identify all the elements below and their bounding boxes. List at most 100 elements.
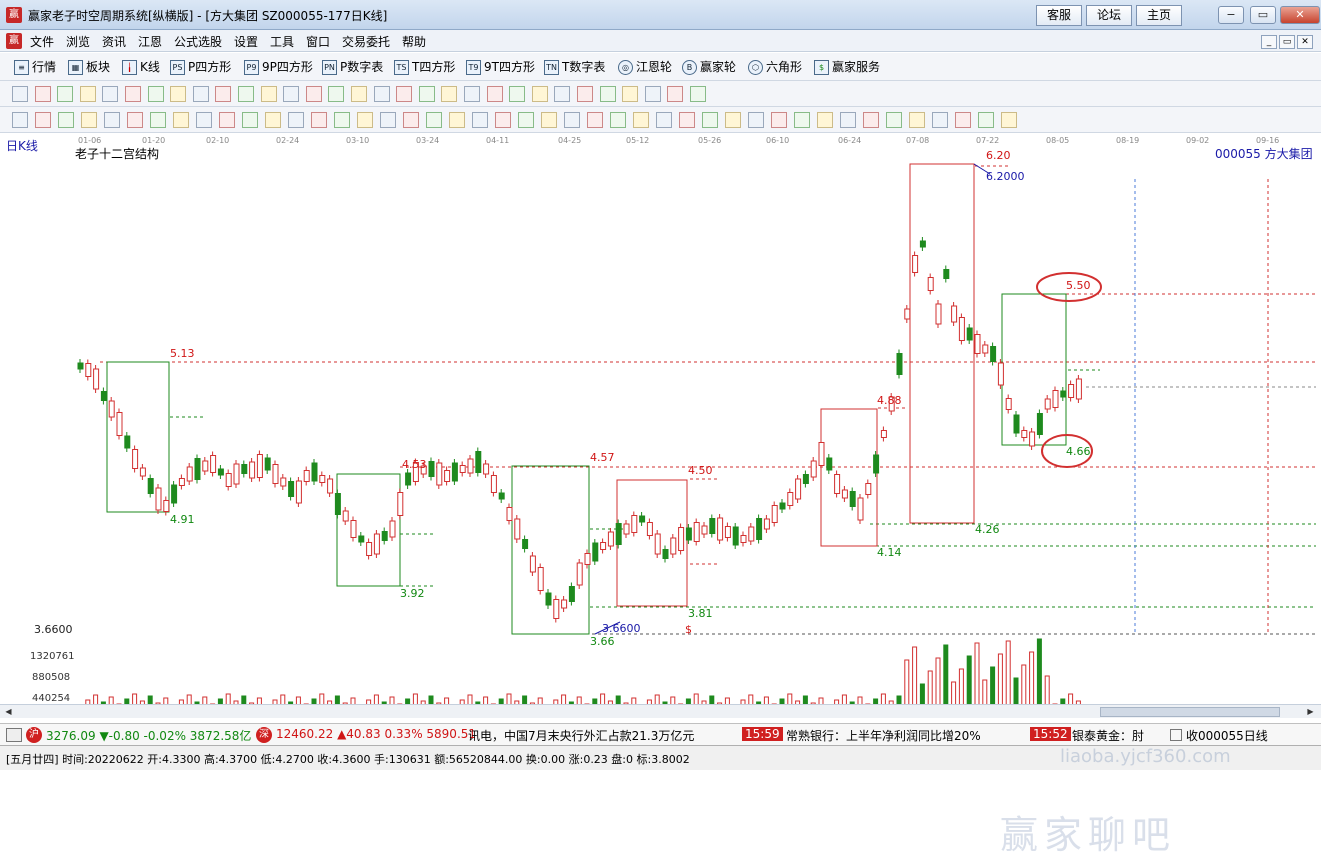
gann-wheel-button[interactable]: ◎ 江恩轮 xyxy=(618,59,672,76)
gann-tool-icon[interactable] xyxy=(334,112,350,128)
draw-tool-icon[interactable] xyxy=(486,86,503,102)
menu-help[interactable]: 帮助 xyxy=(402,33,426,50)
close-button[interactable]: ✕ xyxy=(1280,6,1320,24)
draw-tool-icon[interactable] xyxy=(464,86,480,102)
draw-tool-icon[interactable] xyxy=(667,86,684,102)
draw-tool-icon[interactable] xyxy=(57,86,74,102)
draw-tool-icon[interactable] xyxy=(690,86,706,102)
draw-tool-icon[interactable] xyxy=(305,86,322,102)
sector-button[interactable]: ▦ 板块 xyxy=(68,59,110,76)
forum-link[interactable]: 论坛 xyxy=(1086,5,1132,26)
mdi-close-icon[interactable]: ✕ xyxy=(1297,35,1313,49)
menu-info[interactable]: 资讯 xyxy=(102,33,126,50)
minimize-button[interactable]: − xyxy=(1218,6,1244,24)
gann-tool-icon[interactable] xyxy=(564,112,580,128)
gann-tool-icon[interactable] xyxy=(794,112,810,128)
gann-tool-icon[interactable] xyxy=(748,112,764,128)
news-2[interactable]: 常熟银行：上半年净利润同比增20% xyxy=(786,727,981,744)
gann-tool-icon[interactable] xyxy=(104,112,120,128)
draw-tool-icon[interactable] xyxy=(418,86,435,102)
draw-tool-icon[interactable] xyxy=(531,86,548,102)
grid-icon-ticker[interactable] xyxy=(6,728,22,742)
draw-tool-icon[interactable] xyxy=(577,86,593,102)
gann-tool-icon[interactable] xyxy=(426,112,442,128)
gann-tool-icon[interactable] xyxy=(311,112,327,128)
gann-tool-icon[interactable] xyxy=(265,112,281,128)
menu-settings[interactable]: 设置 xyxy=(234,33,258,50)
gann-tool-icon[interactable] xyxy=(1001,112,1017,128)
gann-tool-icon[interactable] xyxy=(472,112,488,128)
gann-tool-icon[interactable] xyxy=(886,112,902,128)
draw-tool-icon[interactable] xyxy=(644,86,661,102)
gann-tool-icon[interactable] xyxy=(610,112,626,128)
gann-tool-icon[interactable] xyxy=(380,112,396,128)
gann-tool-icon[interactable] xyxy=(679,112,695,128)
gann-tool-icon[interactable] xyxy=(35,112,51,128)
gann-tool-icon[interactable] xyxy=(863,112,879,128)
gann-tool-icon[interactable] xyxy=(725,112,741,128)
menu-formula[interactable]: 公式选股 xyxy=(174,33,222,50)
scroll-right-icon[interactable]: ▶ xyxy=(1304,706,1317,718)
gann-tool-icon[interactable] xyxy=(403,112,419,128)
draw-tool-icon[interactable] xyxy=(34,86,51,102)
gann-tool-icon[interactable] xyxy=(541,112,557,128)
mdi-minimize-icon[interactable]: _ xyxy=(1261,35,1277,49)
menu-window[interactable]: 窗口 xyxy=(306,33,330,50)
horizontal-scrollbar[interactable]: ◀ ▶ xyxy=(0,704,1321,718)
gann-tool-icon[interactable] xyxy=(840,112,856,128)
winner-wheel-button[interactable]: B 赢家轮 xyxy=(682,59,736,76)
draw-tool-icon[interactable] xyxy=(260,86,277,102)
gann-tool-icon[interactable] xyxy=(127,112,143,128)
draw-tool-icon[interactable] xyxy=(125,86,141,102)
scroll-thumb[interactable] xyxy=(1100,707,1280,717)
gann-tool-icon[interactable] xyxy=(656,112,672,128)
gann-tool-icon[interactable] xyxy=(978,112,994,128)
p-square-button[interactable]: PS P四方形 xyxy=(170,59,231,76)
kline-chart[interactable]: 01-06 01-20 02-10 02-24 03-10 03-24 04-11 04-25… xyxy=(0,134,1321,857)
draw-tool-icon[interactable] xyxy=(12,86,28,102)
checkbox-icon[interactable] xyxy=(1170,729,1182,741)
service-link[interactable]: 客服 xyxy=(1036,5,1082,26)
draw-tool-icon[interactable] xyxy=(622,86,639,102)
draw-tool-icon[interactable] xyxy=(396,86,413,102)
draw-tool-icon[interactable] xyxy=(147,86,164,102)
gann-tool-icon[interactable] xyxy=(242,112,258,128)
gann-tool-icon[interactable] xyxy=(173,112,189,128)
gann-tool-icon[interactable] xyxy=(702,112,718,128)
gann-tool-icon[interactable] xyxy=(633,112,649,128)
menu-file[interactable]: 文件 xyxy=(30,33,54,50)
draw-tool-icon[interactable] xyxy=(441,86,458,102)
gann-tool-icon[interactable] xyxy=(357,112,373,128)
draw-tool-icon[interactable] xyxy=(283,86,300,102)
hexagon-button[interactable]: ⬡ 六角形 xyxy=(748,59,802,76)
news-1[interactable]: 讯电，中国7月末央行外汇占款21.3万亿元 xyxy=(468,727,694,744)
draw-tool-icon[interactable] xyxy=(373,86,390,102)
9p-square-button[interactable]: P9 9P四方形 xyxy=(244,59,313,76)
mdi-restore-icon[interactable]: ▭ xyxy=(1279,35,1295,49)
draw-tool-icon[interactable] xyxy=(554,86,571,102)
gann-tool-icon[interactable] xyxy=(196,112,212,128)
kline-button[interactable]: ╽ K线 xyxy=(122,59,160,76)
draw-tool-icon[interactable] xyxy=(192,86,209,102)
gann-tool-icon[interactable] xyxy=(771,112,787,128)
gann-tool-icon[interactable] xyxy=(817,112,833,128)
draw-tool-icon[interactable] xyxy=(215,86,232,102)
menu-tools[interactable]: 工具 xyxy=(270,33,294,50)
gann-tool-icon[interactable] xyxy=(932,112,948,128)
gann-tool-icon[interactable] xyxy=(495,112,511,128)
gann-tool-icon[interactable] xyxy=(81,112,97,128)
gann-tool-icon[interactable] xyxy=(518,112,534,128)
menu-browse[interactable]: 浏览 xyxy=(66,33,90,50)
gann-tool-icon[interactable] xyxy=(288,112,304,128)
draw-tool-icon[interactable] xyxy=(599,86,616,102)
gann-tool-icon[interactable] xyxy=(12,112,28,128)
t-number-table-button[interactable]: TN T数字表 xyxy=(544,59,605,76)
news-3[interactable]: 银泰黄金：肘 xyxy=(1072,727,1144,744)
gann-tool-icon[interactable] xyxy=(449,112,465,128)
draw-tool-icon[interactable] xyxy=(102,86,119,102)
draw-tool-icon[interactable] xyxy=(238,86,254,102)
quotes-button[interactable]: ≡ 行情 xyxy=(14,59,56,76)
gann-tool-icon[interactable] xyxy=(909,112,925,128)
draw-tool-icon[interactable] xyxy=(328,86,345,102)
gann-tool-icon[interactable] xyxy=(955,112,971,128)
